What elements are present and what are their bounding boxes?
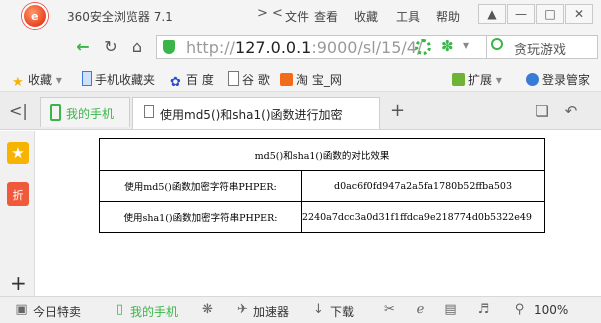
user-icon bbox=[526, 73, 539, 86]
shield-icon bbox=[163, 40, 175, 54]
bookmark-favorites[interactable]: ★ 收藏 ▾ bbox=[12, 71, 62, 89]
shirt-icon[interactable]: ▲ bbox=[478, 4, 506, 24]
speaker-icon[interactable]: ♬ bbox=[476, 302, 491, 317]
extensions-button[interactable]: 扩展 ▾ bbox=[452, 71, 502, 88]
download-icon: ↓ bbox=[313, 302, 324, 317]
taobao-icon bbox=[280, 73, 293, 86]
table-row: 使用sha1()函数加密字符串PHPER: 2240a7dcc3a0d31f1f… bbox=[99, 201, 546, 233]
status-accelerator[interactable]: 加速器 bbox=[253, 303, 289, 320]
maximize-button[interactable]: □ bbox=[536, 4, 564, 24]
search-box[interactable]: 贪玩游戏 bbox=[486, 35, 598, 59]
phone-icon bbox=[82, 71, 92, 86]
menu-favorites[interactable]: 收藏 bbox=[354, 8, 378, 25]
scissors-icon[interactable]: ✂ bbox=[382, 302, 397, 317]
bookmark-mobile-favorites[interactable]: 手机收藏夹 bbox=[82, 71, 155, 88]
title-bar: e 360安全浏览器 7.1 > < 文件 查看 收藏 工具 帮助 ▲ — □ … bbox=[0, 0, 601, 30]
back-icon[interactable]: ← bbox=[72, 36, 94, 58]
bookmark-google[interactable]: 谷 歌 bbox=[228, 71, 270, 88]
undo-close-icon[interactable]: ↶ bbox=[562, 102, 580, 120]
row-label: 使用md5()函数加密字符串PHPER: bbox=[99, 170, 302, 202]
bookmarks-bar: ★ 收藏 ▾ 手机收藏夹 ✿ 百 度 谷 歌 淘 宝_网 扩展 ▾ 登录管家 bbox=[0, 64, 601, 92]
app-title: 360安全浏览器 7.1 bbox=[67, 10, 173, 24]
menu-help[interactable]: 帮助 bbox=[436, 8, 460, 25]
search-input[interactable]: 贪玩游戏 bbox=[514, 39, 596, 58]
status-bar: ▣ 今日特卖 ▯ 我的手机 ❋ ✈ 加速器 ↓ 下载 ✂ ℯ ▤ ♬ ⚲ 100… bbox=[0, 296, 601, 323]
phone-icon: ▯ bbox=[115, 302, 124, 317]
page-icon bbox=[144, 105, 154, 118]
status-download[interactable]: 下载 bbox=[330, 303, 354, 320]
tab-bar: <| 我的手机 使用md5()和sha1()函数进行加密 + ❏ ↶ bbox=[0, 92, 601, 130]
zoom-icon: ⚲ bbox=[514, 302, 525, 317]
minimize-button[interactable]: — bbox=[507, 4, 535, 24]
new-tab-button[interactable]: + bbox=[390, 100, 405, 121]
phone-icon bbox=[50, 104, 61, 121]
reload-icon[interactable]: ↻ bbox=[100, 36, 122, 58]
status-my-phone[interactable]: 我的手机 bbox=[130, 303, 178, 320]
shopping-cart-icon: ▣ bbox=[15, 302, 28, 317]
tab-list-icon[interactable]: ❏ bbox=[533, 102, 551, 120]
loading-icon bbox=[415, 39, 431, 55]
row-value: d0ac6f0fd947a2a5fa1780b52ffba503 bbox=[300, 170, 546, 202]
row-value: 2240a7dcc3a0d31f1ffdca9e218774d0b5322e49 bbox=[300, 201, 546, 233]
address-bar[interactable]: http://127.0.0.1:9000/sl/15/4/ ✽ ▾ bbox=[156, 35, 492, 59]
chevron-down-icon[interactable]: ▾ bbox=[463, 38, 469, 52]
puzzle-icon bbox=[452, 73, 465, 86]
close-button[interactable]: ✕ bbox=[565, 4, 593, 24]
zoom-level[interactable]: 100% bbox=[534, 303, 568, 317]
browser-logo-icon: e bbox=[22, 3, 48, 29]
comparison-table: md5()和sha1()函数的对比效果 使用md5()函数加密字符串PHPER:… bbox=[98, 138, 546, 233]
tab-label: 我的手机 bbox=[66, 107, 115, 121]
search-icon bbox=[491, 38, 503, 50]
tab-active[interactable]: 使用md5()和sha1()函数进行加密 bbox=[132, 97, 380, 129]
url-text[interactable]: http://127.0.0.1:9000/sl/15/4/ bbox=[186, 38, 422, 57]
star-icon: ★ bbox=[12, 75, 24, 90]
add-sidebar-button[interactable]: + bbox=[10, 271, 27, 295]
tab-label: 使用md5()和sha1()函数进行加密 bbox=[160, 108, 343, 122]
table-title: md5()和sha1()函数的对比效果 bbox=[98, 138, 546, 171]
address-row: ← ↻ ⌂ http://127.0.0.1:9000/sl/15/4/ ✽ ▾… bbox=[0, 30, 601, 64]
home-icon[interactable]: ⌂ bbox=[126, 36, 148, 58]
bookmark-taobao[interactable]: 淘 宝_网 bbox=[280, 71, 342, 88]
ie-icon[interactable]: ℯ bbox=[413, 302, 428, 317]
translate-icon[interactable]: ▤ bbox=[443, 302, 458, 317]
table-row: 使用md5()函数加密字符串PHPER: d0ac6f0fd947a2a5fa1… bbox=[99, 170, 546, 202]
baidu-paw-icon: ✿ bbox=[170, 75, 181, 90]
login-manager-button[interactable]: 登录管家 bbox=[526, 71, 590, 88]
menu-view[interactable]: 查看 bbox=[314, 8, 338, 25]
status-today-deals[interactable]: 今日特卖 bbox=[33, 303, 81, 320]
sidebar: ★ 折 + bbox=[0, 131, 35, 296]
page-content: md5()和sha1()函数的对比效果 使用md5()函数加密字符串PHPER:… bbox=[36, 131, 601, 296]
menu-file[interactable]: 文件 bbox=[285, 8, 309, 25]
accelerator-icon: ✈ bbox=[237, 302, 248, 317]
nav-arrows-icon[interactable]: > < bbox=[257, 6, 283, 21]
page-icon bbox=[228, 71, 239, 86]
tab-scroll-left-icon[interactable]: <| bbox=[9, 101, 29, 121]
bookmark-baidu[interactable]: ✿ 百 度 bbox=[170, 71, 214, 89]
menu-tools[interactable]: 工具 bbox=[396, 8, 420, 25]
lightning-icon[interactable]: ✽ bbox=[441, 37, 454, 55]
swirl-icon[interactable]: ❋ bbox=[200, 302, 215, 317]
favorites-star-icon[interactable]: ★ bbox=[7, 142, 29, 164]
tab-my-phone[interactable]: 我的手机 bbox=[40, 97, 130, 127]
row-label: 使用sha1()函数加密字符串PHPER: bbox=[99, 201, 302, 233]
discount-icon[interactable]: 折 bbox=[7, 182, 29, 206]
